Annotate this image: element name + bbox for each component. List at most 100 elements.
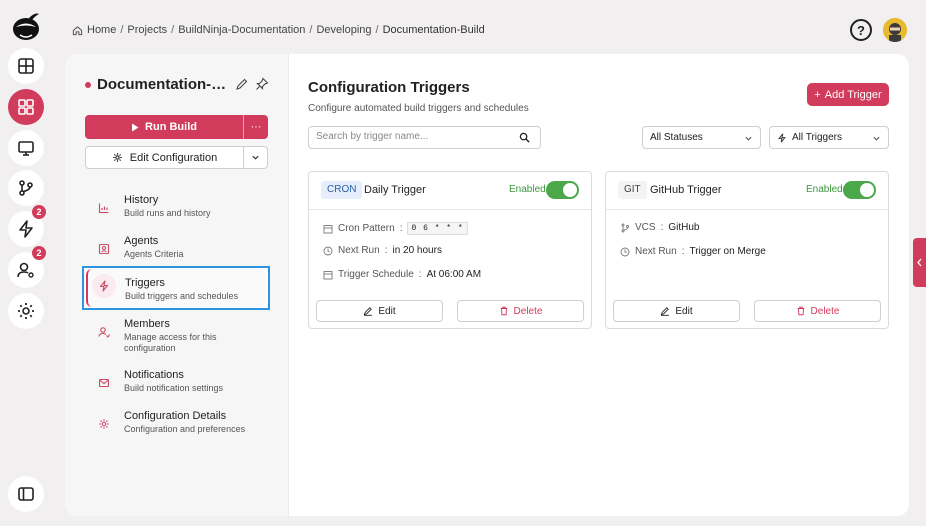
users-rail-button[interactable]: 2 <box>8 246 46 288</box>
pencil-icon[interactable] <box>235 77 249 91</box>
breadcrumb-folder[interactable]: Developing <box>316 24 371 36</box>
enabled-toggle[interactable] <box>843 181 876 199</box>
edit-configuration-button[interactable]: Edit Configuration <box>85 146 268 169</box>
members-icon <box>92 320 116 344</box>
edit-trigger-button[interactable]: Edit <box>613 300 740 322</box>
delete-trigger-button[interactable]: Delete <box>754 300 881 322</box>
breadcrumb-projects[interactable]: Projects <box>127 24 167 36</box>
nav-title: Triggers <box>125 277 165 289</box>
next-run-row: Next Run: in 20 hours <box>323 245 442 256</box>
search-box <box>308 126 541 149</box>
breadcrumb: Home / Projects / BuildNinja-Documentati… <box>72 24 485 36</box>
nav-subtitle: Build runs and history <box>124 208 211 218</box>
nav-title: Configuration Details <box>124 410 227 422</box>
plus-icon: + <box>814 88 821 101</box>
triggers-rail-button[interactable]: 2 <box>8 205 46 247</box>
run-build-label: Run Build <box>145 121 197 133</box>
nav-title: History <box>124 194 159 206</box>
search-icon[interactable] <box>519 132 530 143</box>
nav-members[interactable]: Members Manage access for this configurat… <box>83 313 269 357</box>
home-icon <box>72 25 83 35</box>
detail-label: Cron Pattern <box>338 223 395 234</box>
add-trigger-label: Add Trigger <box>824 88 882 101</box>
chevron-down-icon <box>745 136 752 141</box>
grid-icon <box>18 99 34 115</box>
config-sidebar: Documentation-Build Run Build ··· Edit C… <box>65 54 289 516</box>
play-icon <box>132 123 139 131</box>
git-branch-icon <box>621 223 629 232</box>
vcs-rail-button[interactable] <box>8 170 44 206</box>
toggle-sidebar-button[interactable] <box>8 476 44 512</box>
trigger-name: GitHub Trigger <box>650 184 722 196</box>
side-drawer-tab[interactable] <box>913 238 926 287</box>
detail-label: VCS <box>635 222 656 233</box>
detail-label: Next Run <box>338 245 380 256</box>
nav-triggers[interactable]: Triggers Build triggers and schedules <box>82 266 270 310</box>
add-trigger-button[interactable]: + Add Trigger <box>807 83 889 106</box>
nav-subtitle: Configuration and preferences <box>124 424 246 434</box>
status-filter-value: All Statuses <box>650 132 703 143</box>
avatar[interactable] <box>883 18 907 42</box>
gear-icon <box>92 412 116 436</box>
dashboard-rail-button[interactable] <box>8 48 44 84</box>
app-rail: 2 2 <box>0 0 52 526</box>
layout-icon <box>18 58 34 74</box>
status-filter-select[interactable]: All Statuses <box>642 126 761 149</box>
breadcrumb-separator: / <box>171 24 175 36</box>
run-options-button[interactable]: ··· <box>243 115 268 139</box>
nav-subtitle: Build notification settings <box>124 383 224 393</box>
nav-notifications[interactable]: Notifications Build notification settings <box>83 364 269 404</box>
help-icon[interactable]: ? <box>850 19 872 41</box>
nav-agents[interactable]: Agents Agents Criteria <box>83 230 269 270</box>
enabled-toggle[interactable] <box>546 181 579 199</box>
chart-icon <box>92 196 116 220</box>
run-build-button[interactable]: Run Build ··· <box>85 115 268 139</box>
trigger-card-git: GIT GitHub Trigger Enabled VCS: GitHub N… <box>605 171 889 329</box>
nav-history[interactable]: History Build runs and history <box>83 189 269 229</box>
nav-configuration-details[interactable]: Configuration Details Configuration and p… <box>83 405 269 445</box>
settings-rail-button[interactable] <box>8 293 44 329</box>
edit-options-dropdown[interactable] <box>243 147 267 168</box>
gear-icon <box>112 153 122 162</box>
clock-icon <box>323 246 333 255</box>
buildninja-logo[interactable] <box>11 10 41 42</box>
breadcrumb-home[interactable]: Home <box>87 24 116 36</box>
delete-trigger-button[interactable]: Delete <box>457 300 584 322</box>
agent-icon <box>92 237 116 261</box>
edit-label: Edit <box>675 305 693 317</box>
breadcrumb-separator: / <box>120 24 124 36</box>
breadcrumb-project[interactable]: BuildNinja-Documentation <box>178 24 305 36</box>
card-header: GIT GitHub Trigger Enabled <box>606 172 888 210</box>
pin-icon[interactable] <box>255 77 269 91</box>
monitor-icon <box>18 141 34 156</box>
ninja-avatar-icon <box>883 18 907 42</box>
cron-pattern-row: Cron Pattern: 0 6 * * * <box>323 222 468 235</box>
next-run-value: Trigger on Merge <box>689 246 766 257</box>
breadcrumb-separator: / <box>375 24 379 36</box>
project-title: Documentation-Build <box>97 76 232 93</box>
nav-subtitle: Agents Criteria <box>124 249 184 259</box>
trigger-name: Daily Trigger <box>364 184 426 196</box>
members-badge: 2 <box>32 246 46 260</box>
trigger-type-filter-select[interactable]: All Triggers <box>769 126 889 149</box>
projects-rail-button[interactable] <box>8 89 44 125</box>
trigger-type-badge: GIT <box>618 181 647 199</box>
next-run-row: Next Run: Trigger on Merge <box>620 246 766 257</box>
page-subtitle: Configure automated build triggers and s… <box>308 103 529 114</box>
main-panel: Documentation-Build Run Build ··· Edit C… <box>65 54 909 516</box>
git-branch-icon <box>19 180 33 196</box>
mail-icon <box>92 371 116 395</box>
chevron-down-icon <box>873 136 880 141</box>
edit-trigger-button[interactable]: Edit <box>316 300 443 322</box>
detail-label: Trigger Schedule <box>338 269 414 280</box>
lightning-icon <box>778 133 786 142</box>
cron-pattern-value: 0 6 * * * <box>407 222 468 235</box>
agents-rail-button[interactable] <box>8 130 44 166</box>
search-input[interactable] <box>316 131 516 142</box>
nav-title: Agents <box>124 235 159 247</box>
edit-label: Edit <box>378 305 396 317</box>
breadcrumb-separator: / <box>309 24 313 36</box>
trigger-schedule-value: At 06:00 AM <box>426 269 482 280</box>
card-header: CRON Daily Trigger Enabled <box>309 172 591 210</box>
chevron-left-icon <box>917 258 922 267</box>
